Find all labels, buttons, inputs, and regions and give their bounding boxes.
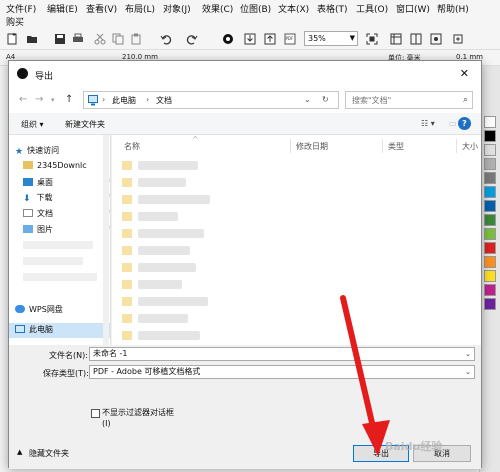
watermark: Baidu经验	[385, 440, 443, 453]
red-arrow-annotation	[340, 295, 390, 456]
